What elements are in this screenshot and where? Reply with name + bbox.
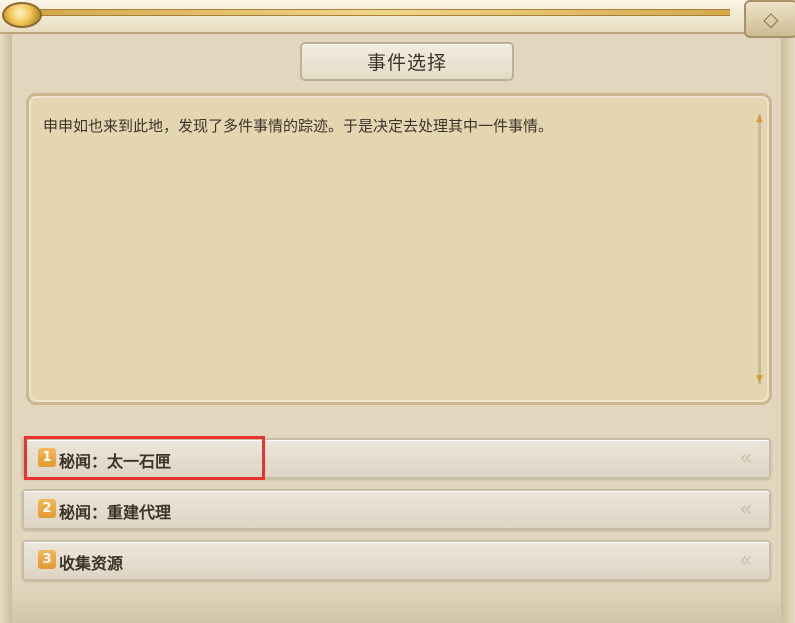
frame-right-border <box>781 34 795 623</box>
close-button[interactable]: ◇ <box>744 0 795 38</box>
scrollbar[interactable]: ▲ ▼ <box>756 114 763 384</box>
gold-rail <box>40 9 730 16</box>
close-icon: ◇ <box>763 7 779 31</box>
gem-ornament-icon <box>2 2 42 28</box>
option-number-badge: 2 <box>38 499 56 518</box>
dialog-title-text: 事件选择 <box>366 52 447 74</box>
option-number-badge: 3 <box>38 550 56 569</box>
option-2-button[interactable]: 2 秘闻：重建代理 « <box>22 489 771 530</box>
frame-left-border <box>0 34 12 623</box>
description-text: 申申如也来到此地，发现了多件事情的踪迹。于是决定去处理其中一件事情。 <box>43 117 554 135</box>
dialog-title: 事件选择 <box>300 42 514 81</box>
option-3-button[interactable]: 3 收集资源 « <box>22 540 771 581</box>
option-label: 秘闻：重建代理 <box>59 503 172 522</box>
option-label: 收集资源 <box>59 554 124 573</box>
chevron-icon: « <box>739 446 753 471</box>
scroll-up-icon[interactable]: ▲ <box>754 114 765 124</box>
chevron-icon: « <box>739 548 753 573</box>
selection-highlight-box <box>24 436 265 480</box>
frame-top-bar: ◇ <box>0 0 795 38</box>
bottom-decoration <box>12 584 781 623</box>
scroll-down-icon[interactable]: ▼ <box>754 374 765 384</box>
chevron-icon: « <box>739 497 753 522</box>
description-box: 申申如也来到此地，发现了多件事情的踪迹。于是决定去处理其中一件事情。 ▲ ▼ <box>26 93 772 405</box>
